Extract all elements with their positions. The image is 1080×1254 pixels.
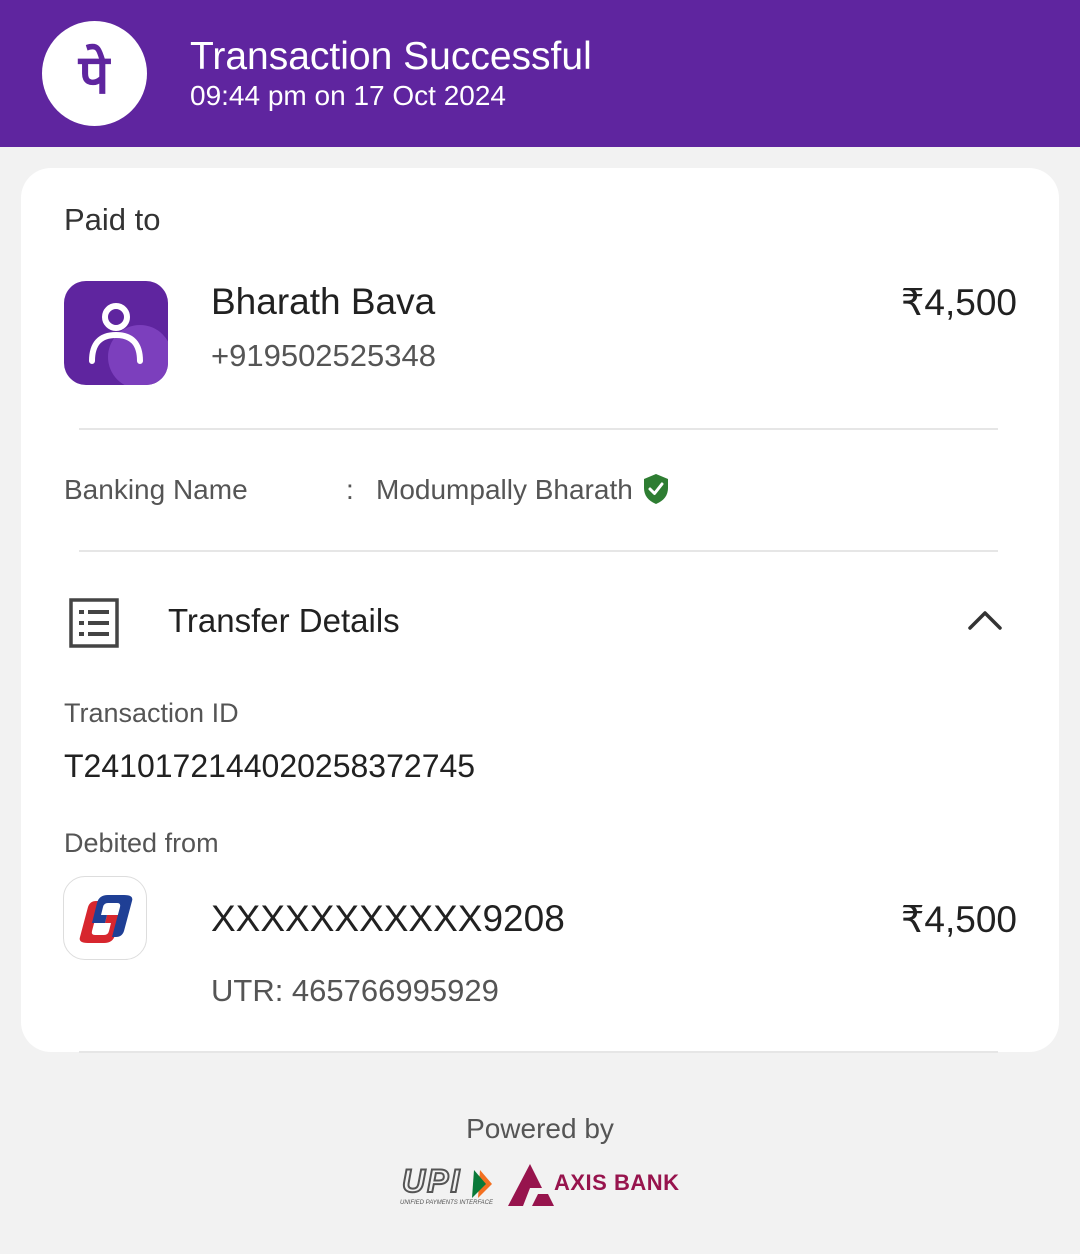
banking-name-label: Banking Name [64, 474, 248, 505]
paid-to-label: Paid to [64, 202, 161, 237]
upi-tagline: UNIFIED PAYMENTS INTERFACE [400, 1200, 494, 1206]
receipt-list-icon [69, 598, 119, 653]
axis-bank-icon [506, 1162, 556, 1213]
person-icon [89, 303, 143, 364]
chevron-up-icon[interactable] [967, 608, 1003, 637]
phonepe-logo: पे [42, 21, 147, 126]
debit-account-number: XXXXXXXXXXX9208 [211, 898, 565, 939]
axis-bank-label: AXIS BANK [554, 1170, 680, 1195]
banking-name-separator: : [346, 474, 354, 505]
debited-from-label: Debited from [64, 828, 219, 858]
transfer-details-title[interactable]: Transfer Details [168, 602, 400, 640]
header-bar: पे Transaction Successful 09:44 pm on 17… [0, 0, 1080, 147]
page-title: Transaction Successful [190, 35, 592, 78]
divider [79, 550, 998, 552]
union-bank-icon [63, 876, 147, 960]
banking-name-value: Modumpally Bharath [376, 474, 633, 505]
powered-by-label: Powered by [466, 1113, 614, 1144]
transaction-card: Paid to Bharath Bava +919502525348 ₹4,50… [21, 168, 1059, 1052]
transaction-id-label: Transaction ID [64, 698, 239, 728]
verified-shield-icon [643, 473, 669, 510]
payee-amount: ₹4,500 [900, 282, 1017, 323]
transaction-id-value: T2410172144020258372745 [64, 748, 476, 784]
upi-logo-text: UPI [402, 1164, 461, 1199]
payee-avatar [64, 281, 168, 385]
payee-name: Bharath Bava [211, 281, 436, 322]
payee-phone: +919502525348 [211, 338, 436, 373]
phonepe-logo-glyph: पे [78, 43, 112, 106]
utr-number: UTR: 465766995929 [211, 973, 499, 1008]
upi-logo: UPI UNIFIED PAYMENTS INTERFACE [398, 1162, 498, 1211]
debit-amount: ₹4,500 [900, 899, 1017, 940]
divider [79, 1051, 998, 1053]
divider [79, 428, 998, 430]
transaction-datetime: 09:44 pm on 17 Oct 2024 [190, 80, 506, 111]
